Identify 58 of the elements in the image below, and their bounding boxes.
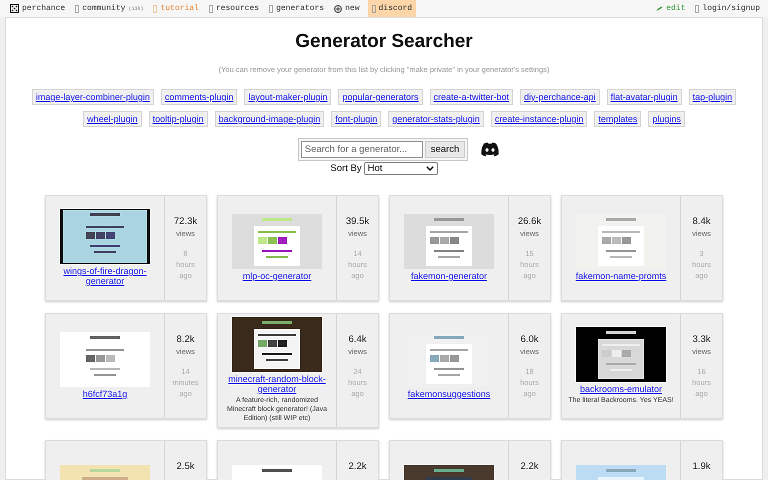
view-count: 72.3k [174,216,198,227]
view-count: 26.6k [518,216,542,227]
plugin-tag-link[interactable]: comments-plugin [160,89,238,105]
generator-link[interactable]: fakemonsuggestions [408,389,490,399]
plugin-tag-link[interactable]: tooltip-plugin [148,111,208,127]
view-count: 6.0k [520,334,538,345]
discord-icon[interactable] [480,142,500,157]
view-count: 3.3k [692,334,710,345]
page-title: Generator Searcher [295,31,473,53]
plugin-tag-link[interactable]: diy-perchance-api [520,89,600,105]
generator-link[interactable]: wings-of-fire-dragon-generator [50,266,160,286]
plus-icon [334,4,342,12]
plugin-tag-link[interactable]: layout-maker-plugin [244,89,332,105]
plugin-tag-link[interactable]: image-layer-combiner-plugin [32,89,154,105]
nav-link[interactable]: resources [206,0,262,17]
view-count: 8.2k [176,334,194,345]
nav-link[interactable]: discord [368,0,416,17]
plugin-tag-link[interactable]: plugins [648,111,685,127]
pencil-icon [656,6,664,12]
plugin-tag-link[interactable]: create-a-twitter-bot [430,89,514,105]
plugin-tag-link[interactable]: templates [594,111,642,127]
generator-link[interactable]: mlp-oc-generator [242,271,312,281]
plugin-tag-link[interactable]: font-plugin [331,111,382,127]
plugin-tag-link[interactable]: popular-generators [338,89,423,105]
view-count: 2.5k [176,461,194,472]
generator-link[interactable]: fakemon-generator [410,271,488,281]
plugin-tag-link[interactable]: wheel-plugin [83,111,142,127]
glyph-box-icon [269,4,274,12]
generator-link[interactable]: h6fcf73a1g [82,389,128,399]
glyph-box-icon [372,4,376,12]
die-icon [10,4,19,13]
search-field[interactable]: Search for a generator... [300,141,423,158]
view-count: 1.9k [692,461,710,472]
plugin-tag-link[interactable]: background-image-plugin [214,111,324,127]
plugin-tag-link[interactable]: tap-plugin [688,89,736,105]
search-button[interactable]: search [424,141,466,158]
glyph-box-icon [153,4,158,12]
view-count: 39.5k [346,216,370,227]
generator-link[interactable]: fakemon-name-promts [576,271,666,281]
sort-dropdown[interactable]: Hot [364,162,438,175]
generator-link[interactable]: backrooms-emulator [580,384,662,394]
view-count: 6.4k [348,334,366,345]
glyph-box-icon [695,4,700,12]
plugin-tag-link[interactable]: create-instance-plugin [490,111,588,127]
nav-link[interactable]: login/signup [693,0,762,17]
nav-link[interactable]: perchance [8,0,68,17]
glyph-box-icon [75,4,80,12]
plugin-tag-link[interactable]: flat-avatar-plugin [606,89,682,105]
generator-link[interactable]: minecraft-random-block-generator [222,374,332,394]
glyph-box-icon [208,4,213,12]
caret-icon [426,166,434,171]
sort-label: Sort By [330,163,362,174]
plugin-tag-link[interactable]: generator-stats-plugin [388,111,484,127]
view-count: 2.2k [348,461,366,472]
nav-link[interactable]: new [332,0,362,17]
view-count: 8.4k [692,216,710,227]
nav-link[interactable]: generators [267,0,326,17]
view-count: 2.2k [520,461,538,472]
